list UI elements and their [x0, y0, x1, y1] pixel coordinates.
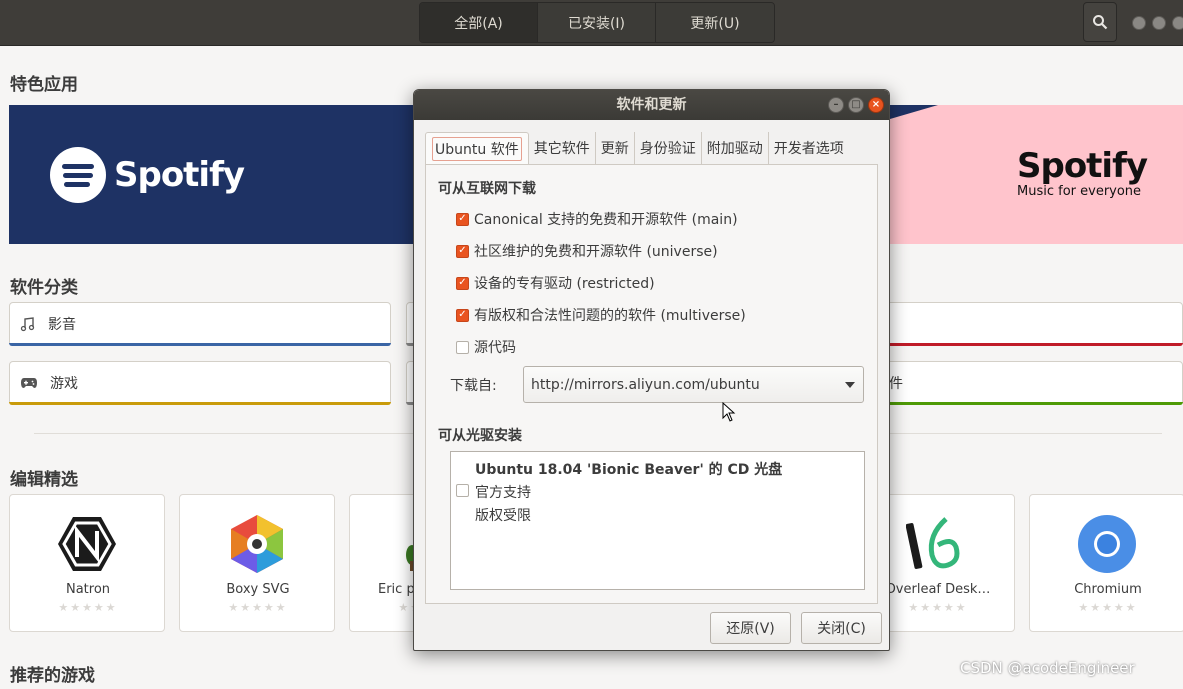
rating-stars: ★★★★★ — [1078, 601, 1138, 614]
dialog-minimize-icon[interactable]: – — [828, 97, 844, 113]
cdrom-list: Ubuntu 18.04 'Bionic Beaver' 的 CD 光盘 官方支… — [450, 451, 865, 590]
cdrom-checkbox[interactable] — [456, 484, 469, 497]
categories-section-title: 软件分类 — [10, 278, 78, 298]
download-from-label: 下载自: — [450, 378, 497, 394]
tab-updates[interactable]: 更新(U) — [656, 3, 774, 42]
category-color-bar — [9, 402, 391, 405]
search-button[interactable] — [1083, 2, 1117, 42]
checkbox-label: 社区维护的免费和开源软件 (universe) — [474, 244, 718, 260]
category-label: 游戏 — [50, 376, 78, 392]
tab-additional-drivers[interactable]: 附加驱动 — [702, 132, 769, 164]
app-card-natron[interactable]: Natron ★★★★★ — [9, 494, 165, 632]
source-universe-checkbox[interactable]: ✓ 社区维护的免费和开源软件 (universe) — [456, 241, 718, 261]
gamepad-icon — [21, 378, 37, 388]
cdrom-line-official: 官方支持 — [475, 485, 531, 501]
spotify-wordmark: Spotify — [114, 155, 245, 195]
download-server-combobox[interactable]: http://mirrors.aliyun.com/ubuntu — [523, 366, 864, 403]
revert-button[interactable]: 还原(V) — [710, 612, 791, 644]
tab-label: Ubuntu 软件 — [432, 136, 522, 161]
checkbox-label: 源代码 — [474, 340, 516, 356]
spotify-logo-right: Spotify Music for everyone — [1017, 146, 1148, 199]
overleaf-icon — [906, 517, 960, 569]
source-code-checkbox[interactable]: 源代码 — [456, 337, 516, 357]
minimize-window-button[interactable] — [1132, 16, 1146, 30]
recommended-games-title: 推荐的游戏 — [10, 666, 95, 686]
featured-section-title: 特色应用 — [10, 75, 78, 95]
watermark: CSDN @acodeEngineer — [960, 659, 1135, 677]
tab-updates[interactable]: 更新 — [596, 132, 635, 164]
checkbox-label: 设备的专有驱动 (restricted) — [474, 276, 655, 292]
category-label: 件 — [889, 376, 903, 392]
internet-group-title: 可从互联网下载 — [438, 181, 536, 197]
maximize-window-button[interactable] — [1152, 16, 1166, 30]
chromium-icon — [1078, 515, 1136, 573]
cdrom-line-restricted: 版权受限 — [475, 508, 531, 524]
music-note-icon — [20, 317, 35, 332]
rating-stars: ★★★★★ — [228, 601, 288, 614]
checkbox-label: Canonical 支持的免费和开源软件 (main) — [474, 212, 738, 228]
boxy-svg-icon — [231, 515, 283, 573]
spotify-wordmark-right: Spotify — [1017, 146, 1148, 186]
ubuntu-software-page: 可从互联网下载 ✓ Canonical 支持的免费和开源软件 (main) ✓ … — [425, 164, 878, 604]
cdrom-group-title: 可从光驱安装 — [438, 428, 522, 444]
checkbox-checked-icon: ✓ — [456, 244, 469, 258]
dialog-maximize-icon[interactable]: □ — [848, 97, 864, 113]
close-button[interactable]: 关闭(C) — [801, 612, 882, 644]
dialog-close-icon[interactable]: × — [868, 97, 884, 113]
tab-ubuntu-software[interactable]: Ubuntu 软件 — [425, 132, 529, 164]
category-color-bar — [9, 343, 391, 346]
tab-all[interactable]: 全部(A) — [420, 3, 538, 42]
download-server-value: http://mirrors.aliyun.com/ubuntu — [531, 376, 760, 393]
natron-icon — [58, 517, 116, 571]
tab-installed[interactable]: 已安装(I) — [538, 3, 656, 42]
app-name: Chromium — [1074, 582, 1142, 597]
mouse-pointer-icon — [722, 402, 736, 422]
checkbox-checked-icon: ✓ — [456, 276, 469, 290]
category-audio-video[interactable]: 影音 — [9, 302, 391, 346]
spotify-logo-left: Spotify — [50, 147, 245, 203]
spotify-tagline: Music for everyone — [1017, 184, 1142, 199]
dropdown-arrow-icon — [845, 382, 855, 388]
app-name: Boxy SVG — [226, 582, 290, 597]
search-icon — [1093, 15, 1108, 30]
source-restricted-checkbox[interactable]: ✓ 设备的专有驱动 (restricted) — [456, 273, 655, 293]
cdrom-entry: Ubuntu 18.04 'Bionic Beaver' 的 CD 光盘 官方支… — [475, 459, 782, 528]
source-multiverse-checkbox[interactable]: ✓ 有版权和合法性问题的的软件 (multiverse) — [456, 305, 746, 325]
software-sources-dialog: 软件和更新 – □ × Ubuntu 软件 其它软件 更新 身份验证 附加驱动 … — [413, 89, 890, 651]
checkbox-checked-icon: ✓ — [456, 212, 469, 226]
app-name: Natron — [65, 582, 111, 597]
tab-developer-options[interactable]: 开发者选项 — [769, 132, 849, 164]
rating-stars: ★★★★★ — [58, 601, 118, 614]
dialog-tabs: Ubuntu 软件 其它软件 更新 身份验证 附加驱动 开发者选项 — [425, 132, 849, 164]
view-switcher: 全部(A) 已安装(I) 更新(U) — [419, 2, 775, 43]
editors-picks-title: 编辑精选 — [10, 470, 78, 490]
tab-other-software[interactable]: 其它软件 — [529, 132, 596, 164]
close-window-button[interactable] — [1172, 16, 1183, 30]
category-label: 影音 — [48, 317, 76, 333]
checkbox-unchecked-icon — [456, 340, 469, 354]
checkbox-checked-icon: ✓ — [456, 308, 469, 322]
app-card-boxy-svg[interactable]: Boxy SVG ★★★★★ — [179, 494, 335, 632]
spotify-icon — [50, 147, 106, 203]
banner-decoration — [890, 105, 938, 119]
cdrom-title: Ubuntu 18.04 'Bionic Beaver' 的 CD 光盘 — [475, 462, 783, 478]
category-games[interactable]: 游戏 — [9, 361, 391, 405]
dialog-title: 软件和更新 — [414, 90, 889, 120]
app-card-chromium[interactable]: Chromium ★★★★★ — [1029, 494, 1183, 632]
header-bar: 全部(A) 已安装(I) 更新(U) — [0, 0, 1183, 46]
checkbox-label: 有版权和合法性问题的的软件 (multiverse) — [474, 308, 746, 324]
source-main-checkbox[interactable]: ✓ Canonical 支持的免费和开源软件 (main) — [456, 209, 738, 229]
tab-authentication[interactable]: 身份验证 — [635, 132, 702, 164]
